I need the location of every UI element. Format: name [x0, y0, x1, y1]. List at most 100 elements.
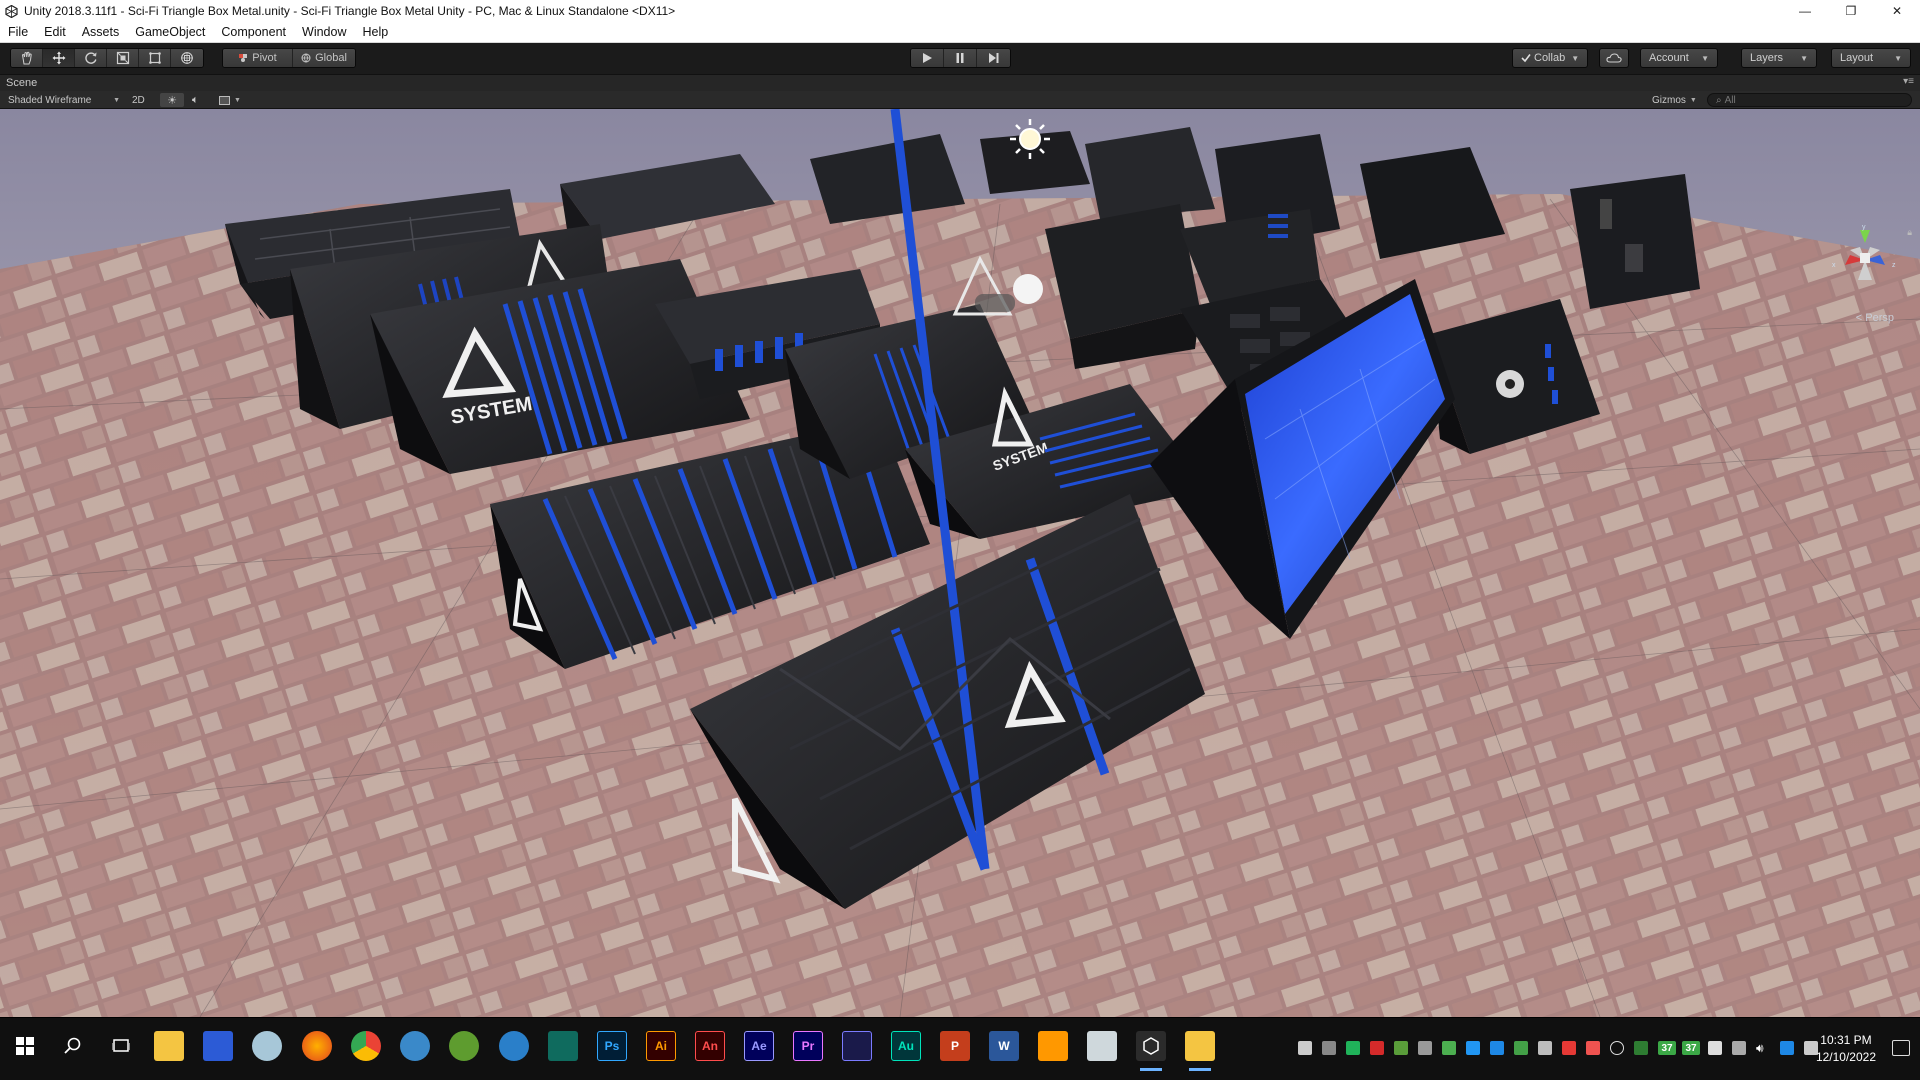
powerpoint-icon[interactable]: P — [940, 1031, 970, 1061]
restore-button[interactable]: ❐ — [1828, 0, 1874, 22]
tray-app-icon[interactable] — [1514, 1041, 1528, 1055]
taskbar-clock[interactable]: 10:31 PM 12/10/2022 — [1816, 1032, 1876, 1066]
scale-icon — [116, 51, 129, 65]
orientation-gizmo[interactable]: y x z — [1830, 225, 1900, 295]
chrome-icon[interactable] — [351, 1031, 381, 1061]
app-icon[interactable] — [842, 1031, 872, 1061]
rotate-tool-button[interactable] — [75, 49, 107, 67]
word-icon[interactable]: W — [989, 1031, 1019, 1061]
scale-tool-button[interactable] — [107, 49, 139, 67]
notification-center-icon[interactable] — [1892, 1040, 1910, 1056]
scene-search-input[interactable]: ⌕ All — [1707, 93, 1912, 107]
chevron-down-icon: ▼ — [1894, 53, 1902, 63]
menu-help[interactable]: Help — [354, 22, 396, 43]
notepad-icon[interactable] — [1087, 1031, 1117, 1061]
global-label: Global — [315, 52, 347, 64]
toggle-audio-button[interactable]: 🔈︎ — [192, 93, 199, 107]
menu-component[interactable]: Component — [213, 22, 294, 43]
wifi-icon[interactable] — [1610, 1041, 1624, 1055]
transform-tool-button[interactable] — [171, 49, 203, 67]
app-icon[interactable] — [203, 1031, 233, 1061]
tray-app-icon[interactable] — [1490, 1041, 1504, 1055]
temperature-badge[interactable]: 37 — [1682, 1041, 1700, 1055]
tray-app-icon[interactable] — [1370, 1041, 1384, 1055]
animate-icon[interactable]: An — [695, 1031, 725, 1061]
draw-mode-dropdown[interactable]: Shaded Wireframe ▼ — [8, 93, 120, 107]
global-toggle-button[interactable]: Global — [293, 49, 355, 67]
transform-tools — [10, 48, 204, 68]
unity-taskbar-icon[interactable] — [1136, 1031, 1166, 1071]
tray-app-icon[interactable] — [1538, 1041, 1552, 1055]
layout-dropdown[interactable]: Layout ▼ — [1831, 48, 1911, 68]
toggle-2d-button[interactable]: 2D — [132, 93, 145, 107]
globe-app-icon[interactable] — [449, 1031, 479, 1061]
effects-dropdown[interactable]: ▼ — [219, 93, 241, 107]
pause-button[interactable] — [944, 49, 977, 67]
menu-gameobject[interactable]: GameObject — [127, 22, 213, 43]
sublime-icon[interactable] — [1038, 1031, 1068, 1061]
tray-usb-icon[interactable] — [1322, 1041, 1336, 1055]
window-title: Unity 2018.3.11f1 - Sci-Fi Triangle Box … — [24, 4, 676, 18]
menu-file[interactable]: File — [0, 22, 36, 43]
scene-viewport[interactable]: SYSTEM SYSTEM y x z 🔒︎ < Persp — [0, 109, 1920, 1017]
magnifier-app-icon[interactable] — [400, 1031, 430, 1061]
tray-app-icon[interactable] — [1418, 1041, 1432, 1055]
account-dropdown[interactable]: Account ▼ — [1640, 48, 1718, 68]
cloud-button[interactable] — [1599, 48, 1629, 68]
main-toolbar: Pivot Global Collab ▼ Account ▼ Layers ▼… — [0, 43, 1920, 74]
pivot-toggle-button[interactable]: Pivot — [223, 49, 293, 67]
layers-dropdown[interactable]: Layers ▼ — [1741, 48, 1817, 68]
tab-menu-icon[interactable]: ▾≡ — [1903, 76, 1914, 87]
directional-light-icon[interactable] — [1010, 119, 1050, 159]
tray-printer-icon[interactable] — [1732, 1041, 1746, 1055]
gizmos-dropdown[interactable]: Gizmos ▼ — [1652, 93, 1697, 107]
svg-text:y: y — [1862, 225, 1866, 231]
illustrator-icon[interactable]: Ai — [646, 1031, 676, 1061]
file-explorer-icon[interactable] — [154, 1031, 184, 1061]
svg-text:z: z — [1892, 262, 1896, 269]
tray-app-icon[interactable] — [1562, 1041, 1576, 1055]
earth-app-icon[interactable] — [499, 1031, 529, 1061]
minimize-button[interactable]: — — [1782, 0, 1828, 22]
menu-window[interactable]: Window — [294, 22, 354, 43]
tray-person-icon[interactable] — [1298, 1041, 1312, 1055]
move-tool-button[interactable] — [43, 49, 75, 67]
step-button[interactable] — [977, 49, 1010, 67]
folder-icon[interactable] — [1185, 1031, 1215, 1071]
search-icon[interactable] — [58, 1031, 88, 1061]
tray-app-icon[interactable] — [1634, 1041, 1648, 1055]
perspective-label[interactable]: < Persp — [1856, 312, 1894, 324]
tray-app-icon[interactable] — [1394, 1041, 1408, 1055]
lock-icon[interactable]: 🔒︎ — [1907, 227, 1912, 238]
tray-app-icon[interactable] — [1586, 1041, 1600, 1055]
tab-scene[interactable]: Scene — [6, 77, 37, 89]
tray-app-icon[interactable] — [1708, 1041, 1722, 1055]
cloud-icon — [1606, 53, 1622, 63]
hand-tool-button[interactable] — [11, 49, 43, 67]
photoshop-icon[interactable]: Ps — [597, 1031, 627, 1061]
close-button[interactable]: ✕ — [1874, 0, 1920, 22]
premiere-icon[interactable]: Pr — [793, 1031, 823, 1061]
tray-app-icon[interactable] — [1442, 1041, 1456, 1055]
collab-dropdown[interactable]: Collab ▼ — [1512, 48, 1588, 68]
firefox-icon[interactable] — [302, 1031, 332, 1061]
after-effects-icon[interactable]: Ae — [744, 1031, 774, 1061]
windows-start-icon[interactable] — [10, 1031, 40, 1061]
pivot-icon — [239, 54, 248, 62]
scene-render[interactable]: SYSTEM SYSTEM — [0, 109, 1920, 1017]
app-icon[interactable] — [548, 1031, 578, 1061]
volume-icon[interactable]: 🔊︎ — [1756, 1041, 1770, 1055]
rect-tool-button[interactable] — [139, 49, 171, 67]
audition-icon[interactable]: Au — [891, 1031, 921, 1061]
task-view-icon[interactable] — [106, 1031, 136, 1061]
tray-app-icon[interactable] — [1466, 1041, 1480, 1055]
play-button[interactable] — [911, 49, 944, 67]
tray-shield-icon[interactable] — [1346, 1041, 1360, 1055]
toggle-lighting-button[interactable]: ☀ — [160, 93, 184, 107]
onedrive-icon[interactable] — [1780, 1041, 1794, 1055]
temperature-badge[interactable]: 37 — [1658, 1041, 1676, 1055]
checkmark-icon — [1521, 54, 1531, 63]
menu-edit[interactable]: Edit — [36, 22, 74, 43]
paint-icon[interactable] — [252, 1031, 282, 1061]
menu-assets[interactable]: Assets — [74, 22, 128, 43]
